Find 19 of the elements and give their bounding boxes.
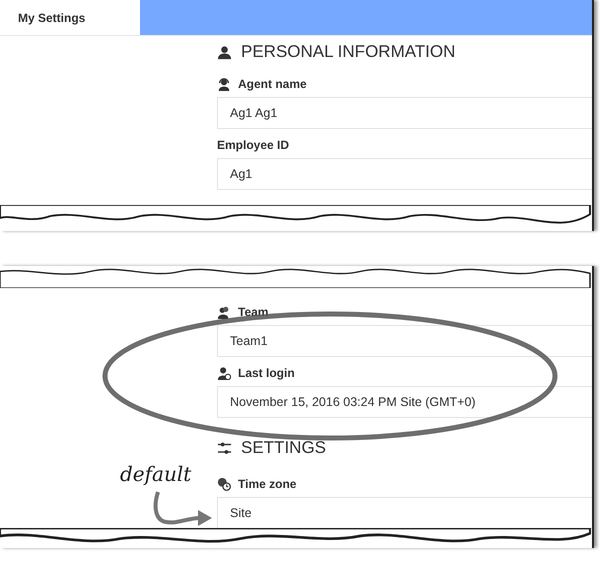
settings-tab[interactable]: My Settings [0, 0, 140, 35]
section-heading: PERSONAL INFORMATION [241, 42, 456, 62]
field-label: Team [238, 305, 268, 319]
headset-person-icon [217, 77, 231, 91]
text-field[interactable]: Team1 [217, 325, 592, 357]
text-field[interactable]: Ag1 Ag1 [217, 97, 592, 129]
people-icon [217, 305, 231, 319]
text-field[interactable]: Ag1 [217, 158, 592, 190]
text-field[interactable]: November 15, 2016 03:24 PM Site (GMT+0) [217, 386, 592, 418]
field-label: Employee ID [217, 138, 290, 152]
person-clock-icon [217, 366, 231, 380]
field-label: Last login [238, 366, 295, 380]
person-icon [217, 44, 232, 60]
section-heading: SETTINGS [241, 438, 326, 458]
globe-clock-icon [217, 477, 231, 491]
field-label: Time zone [238, 477, 296, 491]
annotation-text: default [120, 462, 192, 486]
field-label: Agent name [238, 77, 307, 91]
sliders-icon [217, 440, 232, 456]
